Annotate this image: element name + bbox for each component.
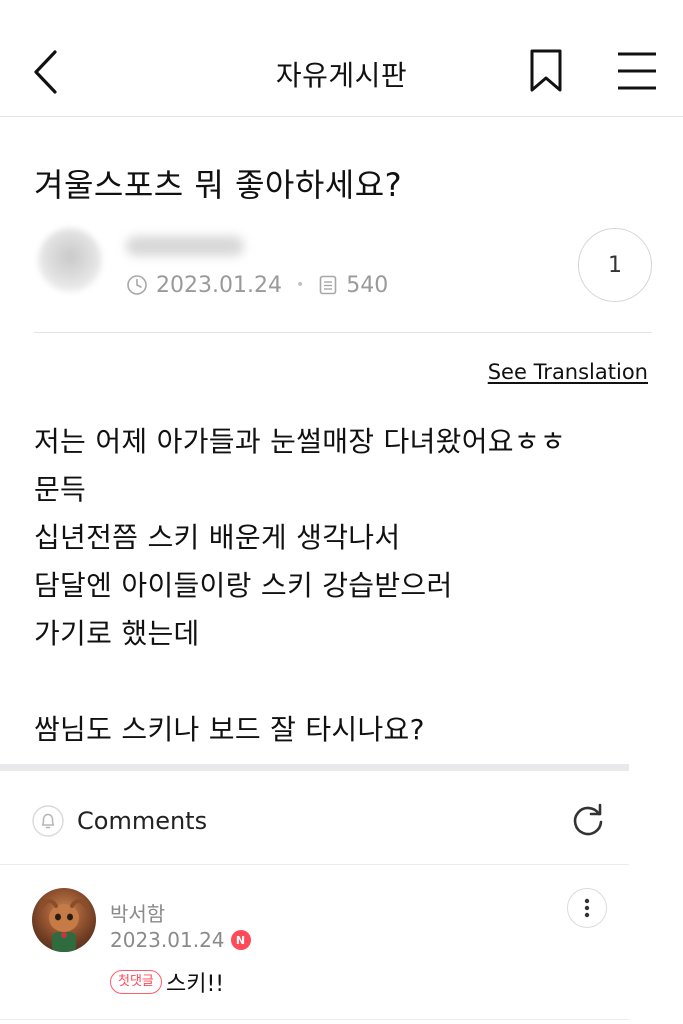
comments-label: Comments [77, 807, 208, 835]
see-translation-link[interactable]: See Translation [488, 360, 648, 384]
body-line: 문득 [34, 473, 87, 506]
bell-icon[interactable] [32, 805, 64, 837]
post-title: 겨울스포츠 뭐 좋아하세요? [34, 166, 403, 204]
comment-count-button[interactable]: 1 [578, 228, 652, 302]
section-divider [0, 764, 629, 771]
top-bar: 자유게시판 [0, 0, 683, 117]
bookmark-button[interactable] [526, 48, 566, 94]
bookmark-icon [530, 49, 562, 92]
post-meta: 2023.01.24 • 540 [126, 272, 388, 298]
post-body: 저는 어제 아가들과 눈썰매장 다녀왔어요ㅎㅎ 문득 십년전쯤 스키 배운게 생… [34, 418, 566, 754]
comment-text: 스키!! [166, 972, 225, 997]
refresh-icon[interactable] [569, 801, 607, 839]
hamburger-menu-icon [618, 52, 656, 90]
post-date: 2023.01.24 [156, 272, 282, 298]
board-title: 자유게시판 [275, 59, 408, 92]
comments-header: Comments [0, 771, 629, 865]
body-line: 쌈님도 스키나 보드 잘 타시나요? [34, 713, 425, 746]
first-comment-badge: 첫댓글 [110, 970, 162, 994]
comment-date-row: 2023.01.24 N [110, 928, 251, 952]
body-line: 담달엔 아이들이랑 스키 강습받으러 [34, 569, 453, 602]
body-line: 가기로 했는데 [34, 617, 200, 650]
divider [34, 332, 652, 333]
author-avatar[interactable] [38, 228, 102, 292]
author-name-blurred[interactable] [126, 236, 244, 256]
more-vertical-icon [584, 898, 590, 918]
comment-date: 2023.01.24 [110, 928, 225, 952]
commenter-avatar[interactable] [32, 888, 96, 952]
clock-icon [127, 275, 147, 295]
menu-button[interactable] [614, 50, 660, 92]
comment-item: 박서함 2023.01.24 N 첫댓글 스키!! [0, 866, 629, 1020]
body-line [34, 658, 566, 706]
new-badge: N [230, 930, 251, 950]
views-icon [319, 275, 337, 295]
body-line: 십년전쯤 스키 배운게 생각나서 [34, 521, 401, 554]
comment-more-button[interactable] [567, 888, 607, 928]
meta-separator: • [295, 277, 305, 293]
avatar-illustration [40, 899, 88, 952]
post-detail-screen: 자유게시판 겨울스포츠 뭐 좋아하세요? 2023.01.24 • 540 1 … [0, 0, 683, 1024]
view-count: 540 [346, 272, 389, 298]
body-line: 저는 어제 아가들과 눈썰매장 다녀왔어요ㅎㅎ [34, 425, 566, 458]
commenter-name[interactable]: 박서함 [110, 898, 165, 927]
